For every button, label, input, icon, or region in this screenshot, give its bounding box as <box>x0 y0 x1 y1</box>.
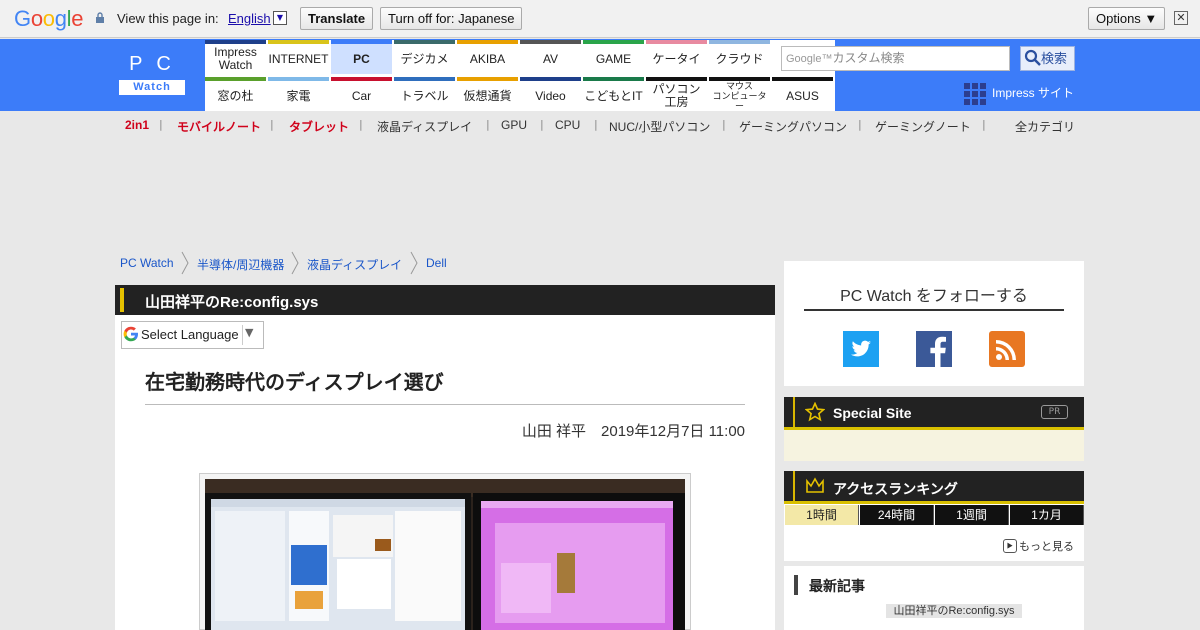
search-brand: Google™ <box>786 53 833 65</box>
subnav-item[interactable]: 全カテゴリ <box>1015 118 1075 135</box>
search-placeholder: カスタム検索 <box>832 51 905 65</box>
crown-icon <box>806 477 824 493</box>
subnav-separator: | <box>540 118 544 131</box>
play-icon <box>1003 539 1017 553</box>
nav-item[interactable]: デジカメ <box>394 40 455 74</box>
nav-item[interactable]: Car <box>331 77 392 111</box>
subnav-separator: | <box>722 118 726 131</box>
view-page-in-label: View this page in: <box>117 11 219 26</box>
dropdown-divider <box>242 325 243 345</box>
breadcrumb-item[interactable]: 液晶ディスプレイ <box>307 256 402 273</box>
ranking-title: アクセスランキング <box>833 481 958 497</box>
subnav-item[interactable]: ゲーミングパソコン <box>739 118 847 135</box>
subnav-separator: | <box>982 118 986 131</box>
chevron-right-icon <box>410 251 418 275</box>
ranking-tab[interactable]: 1週間 <box>935 505 1009 525</box>
options-button[interactable]: Options ▼ <box>1088 7 1166 30</box>
article-photo[interactable] <box>205 479 685 630</box>
pc-watch-logo[interactable]: PC Watch <box>119 53 185 95</box>
subnav-separator: | <box>270 118 274 131</box>
subnav-item[interactable]: NUC/小型パソコン <box>609 118 710 135</box>
special-site-header <box>784 397 1084 427</box>
site-nav-grid: Impress Watch INTERNET PC デジカメ AKIBA AV GAME ケー… <box>205 40 835 111</box>
latest-chip[interactable]: 山田祥平のRe:config.sys <box>886 604 1022 618</box>
nav-item[interactable]: 窓の杜 <box>205 77 266 111</box>
subnav-separator: | <box>159 118 163 131</box>
pr-badge: PR <box>1041 405 1068 419</box>
nav-item[interactable]: クラウド <box>709 40 770 74</box>
subnav-item[interactable]: モバイルノート <box>177 118 261 135</box>
nav-item[interactable]: Video <box>520 77 581 111</box>
nav-item[interactable]: こどもとIT <box>583 77 644 111</box>
subnav-item[interactable]: CPU <box>555 118 580 132</box>
nav-item[interactable]: 仮想通貨 <box>457 77 518 111</box>
subnav-separator: | <box>858 118 862 131</box>
subnav-item[interactable]: ゲーミングノート <box>875 118 971 135</box>
series-title[interactable]: 山田祥平のRe:config.sys <box>145 291 318 312</box>
logo-watch-text: Watch <box>119 80 185 95</box>
language-dropdown-icon[interactable]: ▼ <box>273 11 287 25</box>
breadcrumb-item[interactable]: Dell <box>426 256 447 270</box>
follow-title: PC Watch をフォローする <box>840 288 1028 305</box>
nav-item[interactable]: ケータイ <box>646 40 707 74</box>
nav-item[interactable]: INTERNET <box>268 40 329 74</box>
google-logo: Google <box>14 6 84 31</box>
breadcrumb-item[interactable]: PC Watch <box>120 256 174 270</box>
language-link[interactable]: English <box>228 11 271 26</box>
nav-item[interactable]: PC <box>331 40 392 74</box>
monitor-photo-graphic <box>205 479 685 630</box>
nav-item[interactable]: AV <box>520 40 581 74</box>
nav-item[interactable]: トラベル <box>394 77 455 111</box>
subnav-item[interactable]: 液晶ディスプレイ <box>377 118 472 135</box>
google-g-icon <box>123 326 138 342</box>
facebook-icon[interactable] <box>916 331 952 367</box>
subnav-separator: | <box>594 118 598 131</box>
series-accent-bar <box>120 288 124 312</box>
nav-item[interactable]: パソコン 工房 <box>646 77 707 111</box>
article-title: 在宅勤務時代のディスプレイ選び <box>145 372 444 394</box>
lock-icon <box>96 12 104 23</box>
subnav-item[interactable]: 2in1 <box>125 118 149 132</box>
impress-site-link[interactable]: Impress サイト <box>964 82 1075 105</box>
ranking-tab[interactable]: 1カ月 <box>1010 505 1084 525</box>
chevron-down-icon[interactable]: ▼ <box>245 326 253 339</box>
nav-item[interactable]: Impress Watch <box>205 40 266 74</box>
chevron-right-icon <box>291 251 299 275</box>
special-site-accent <box>793 397 795 427</box>
nav-item[interactable]: マウス コンピューター <box>709 77 770 111</box>
title-divider <box>145 404 745 405</box>
turn-off-button[interactable]: Turn off for: Japanese <box>380 7 523 30</box>
rss-icon[interactable] <box>989 331 1025 367</box>
latest-accent <box>794 575 798 595</box>
subnav-separator: | <box>359 118 363 131</box>
ranking-accent <box>793 471 795 501</box>
search-input[interactable]: Google™カスタム検索 <box>781 46 1010 71</box>
search-icon <box>1024 49 1041 66</box>
nav-item[interactable]: 家電 <box>268 77 329 111</box>
subnav-separator: | <box>486 118 490 131</box>
translate-button[interactable]: Translate <box>300 7 374 30</box>
nav-item[interactable]: ASUS <box>772 77 833 111</box>
subnav-item[interactable]: タブレット <box>289 118 349 135</box>
star-icon <box>805 402 825 422</box>
logo-pc-text: PC <box>129 53 185 75</box>
article-byline: 山田 祥平 2019年12月7日 11:00 <box>521 423 745 440</box>
close-icon[interactable]: ✕ <box>1174 11 1188 25</box>
latest-title: 最新記事 <box>809 578 865 594</box>
special-site-body <box>784 430 1084 461</box>
ranking-tab[interactable]: 24時間 <box>860 505 934 525</box>
nav-item[interactable]: AKIBA <box>457 40 518 74</box>
chevron-right-icon <box>181 251 189 275</box>
special-site-title: Special Site <box>833 405 912 421</box>
follow-divider <box>804 309 1064 311</box>
breadcrumb-item[interactable]: 半導体/周辺機器 <box>197 256 284 273</box>
nav-item[interactable]: GAME <box>583 40 644 74</box>
grid-icon <box>964 82 986 105</box>
follow-card <box>784 261 1084 386</box>
ranking-tab[interactable]: 1時間 <box>785 505 859 525</box>
impress-site-label: Impress サイト <box>992 86 1075 100</box>
twitter-icon[interactable] <box>843 331 879 367</box>
subnav-item[interactable]: GPU <box>501 118 527 132</box>
more-link[interactable]: もっと見る <box>1019 538 1074 554</box>
